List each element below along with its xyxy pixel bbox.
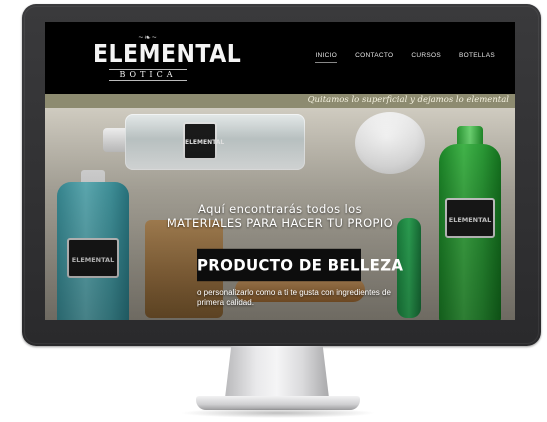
site-logo[interactable]: ~❧~ ELEMENTAL BOTICA — [93, 33, 242, 86]
hero-line-1: Aquí encontrarás todos los — [198, 202, 362, 216]
monitor-frame: ~❧~ ELEMENTAL BOTICA INICIO CONTACTO CUR… — [22, 4, 541, 346]
nav-cursos[interactable]: CURSOS — [411, 52, 441, 59]
nav-contacto[interactable]: CONTACTO — [355, 52, 393, 59]
tagline-bar: Quitamos lo superficial y dejamos lo ele… — [45, 94, 515, 108]
hero-highlight: PRODUCTO DE BELLEZA — [197, 248, 403, 282]
monitor-stand-neck — [225, 346, 329, 398]
website-screen: ~❧~ ELEMENTAL BOTICA INICIO CONTACTO CUR… — [45, 22, 515, 320]
main-nav: INICIO CONTACTO CURSOS BOTELLAS — [315, 52, 495, 63]
blue-bottle-cap — [81, 170, 105, 186]
logo-wordmark: ELEMENTAL — [93, 40, 242, 69]
logo-subtitle: BOTICA — [109, 69, 187, 81]
green-bottle-label: ELEMENTAL — [445, 198, 495, 238]
cream-jar-image — [355, 112, 425, 174]
green-bottle-image — [439, 144, 501, 320]
clear-bottle-image — [125, 114, 305, 170]
logo-ornament: ~❧~ — [138, 33, 158, 42]
nav-botellas[interactable]: BOTELLAS — [459, 52, 495, 59]
clear-bottle-label: ELEMENTAL — [183, 122, 224, 160]
blue-bottle-image — [57, 182, 129, 320]
green-spatula-image — [397, 218, 421, 318]
wooden-brush-image — [235, 278, 365, 302]
tagline-text: Quitamos lo superficial y dejamos lo ele… — [307, 95, 509, 105]
blue-bottle-label: ELEMENTAL — [67, 238, 119, 278]
hero-banner: ELEMENTAL ELEMENTAL ELEMENTAL Aquí encon… — [45, 108, 515, 320]
site-header: ~❧~ ELEMENTAL BOTICA INICIO CONTACTO CUR… — [45, 22, 515, 94]
hero-overlay — [45, 108, 515, 320]
monitor-shadow — [180, 408, 376, 418]
hero-subtext: o personalizarlo como a ti te gusta con … — [197, 288, 391, 307]
wooden-mortar-image — [145, 220, 223, 318]
hero-line-2: MATERIALES PARA HACER TU PROPIO — [166, 216, 394, 230]
nav-inicio[interactable]: INICIO — [315, 52, 337, 63]
clear-bottle-cap — [103, 128, 129, 152]
green-bottle-neck — [457, 126, 483, 150]
